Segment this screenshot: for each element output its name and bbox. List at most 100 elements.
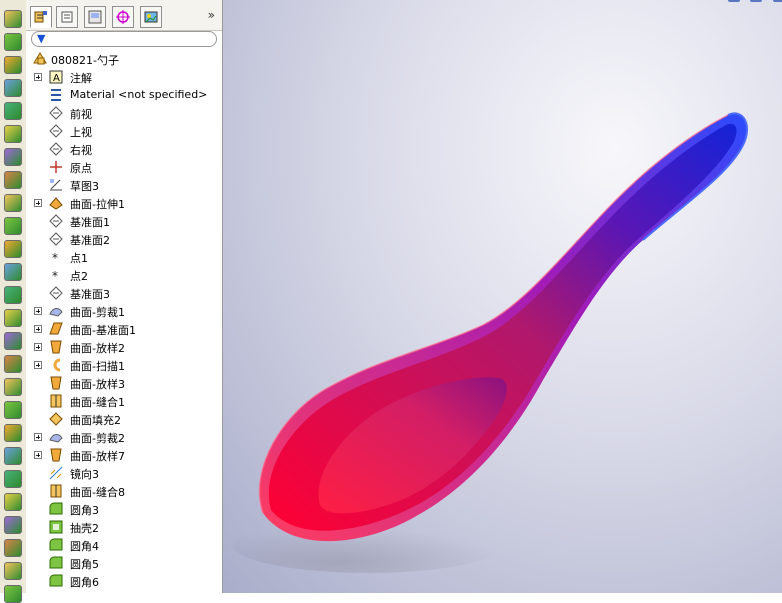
planar-surface-icon[interactable]: [4, 148, 22, 166]
tree-item-label: 点1: [70, 252, 88, 265]
trim-surface-icon[interactable]: [4, 286, 22, 304]
spoon-model[interactable]: [223, 0, 782, 593]
property-manager-tab[interactable]: [56, 6, 78, 28]
graphics-viewport[interactable]: [223, 0, 782, 593]
lofted-surface-icon[interactable]: [4, 79, 22, 97]
tree-item[interactable]: 基准面1: [26, 212, 222, 230]
tree-item-label: 右视: [70, 144, 92, 157]
svg-text:*: *: [52, 251, 58, 265]
expand-toggle[interactable]: [34, 451, 42, 459]
tree-item[interactable]: 曲面-剪裁2: [26, 428, 222, 446]
helix-icon[interactable]: [4, 516, 22, 534]
configuration-manager-tab[interactable]: [84, 6, 106, 28]
fillet-icon: [48, 537, 64, 553]
tree-item-label: 曲面-缝合8: [70, 486, 125, 499]
tree-item-label: 圆角4: [70, 540, 99, 553]
tree-item[interactable]: 草图3: [26, 176, 222, 194]
swept-surface-icon[interactable]: [4, 56, 22, 74]
tree-item-label: 镜向3: [70, 468, 99, 481]
tree-item[interactable]: 曲面填充2: [26, 410, 222, 428]
tree-item-label: 曲面-放样2: [70, 342, 125, 355]
point-icon: *: [48, 249, 64, 265]
thicken-cut-icon[interactable]: [4, 424, 22, 442]
feature-manager-tab[interactable]: [30, 6, 52, 28]
extruded-surface-icon[interactable]: [4, 10, 22, 28]
tree-item-label: 曲面-剪裁2: [70, 432, 125, 445]
tree-item-label: 曲面-剪裁1: [70, 306, 125, 319]
extend-surface-icon[interactable]: [4, 332, 22, 350]
knit-surface-icon[interactable]: [4, 217, 22, 235]
tree-item[interactable]: 曲面-缝合1: [26, 392, 222, 410]
offset-surface-icon[interactable]: [4, 171, 22, 189]
tree-item[interactable]: 右视: [26, 140, 222, 158]
tree-item[interactable]: 基准面2: [26, 230, 222, 248]
move-face-icon[interactable]: [4, 447, 22, 465]
feature-filter-input[interactable]: ▼: [31, 31, 217, 47]
fillet-icon: [48, 501, 64, 517]
fillet-icon[interactable]: [4, 263, 22, 281]
expand-toggle[interactable]: [34, 361, 42, 369]
tree-item[interactable]: A 注解: [26, 68, 222, 86]
tree-item[interactable]: 抽壳2: [26, 518, 222, 536]
tree-item-label: 抽壳2: [70, 522, 99, 535]
radiate-surface-icon[interactable]: [4, 194, 22, 212]
expand-toggle[interactable]: [34, 73, 42, 81]
expand-toggle[interactable]: [34, 199, 42, 207]
tree-item[interactable]: 曲面-基准面1: [26, 320, 222, 338]
tree-item-label: 曲面-拉伸1: [70, 198, 125, 211]
plane-icon: [48, 285, 64, 301]
cut-with-surface-icon[interactable]: [4, 401, 22, 419]
expand-toggle[interactable]: [34, 343, 42, 351]
tree-item[interactable]: 圆角6: [26, 572, 222, 590]
tree-item[interactable]: 曲面-剪裁1: [26, 302, 222, 320]
material-icon: [48, 87, 64, 103]
dimxpert-manager-tab[interactable]: [112, 6, 134, 28]
tree-item[interactable]: 曲面-缝合8: [26, 482, 222, 500]
tree-item-label: 草图3: [70, 180, 99, 193]
tree-item[interactable]: 曲面-放样3: [26, 374, 222, 392]
tree-item[interactable]: * 点2: [26, 266, 222, 284]
tree-root-item[interactable]: 080821-勺子: [26, 50, 222, 68]
tree-item[interactable]: 曲面-拉伸1: [26, 194, 222, 212]
boundary-surface-icon[interactable]: [4, 102, 22, 120]
filter-icon: ▼: [37, 32, 46, 45]
surface-extrude-icon: [48, 195, 64, 211]
composite-curve-icon[interactable]: [4, 562, 22, 580]
untrim-surface-icon[interactable]: [4, 309, 22, 327]
tree-item-label: Material <not specified>: [70, 88, 208, 101]
display-manager-tab[interactable]: [140, 6, 162, 28]
plane-icon[interactable]: [4, 585, 22, 603]
tree-item[interactable]: Material <not specified>: [26, 86, 222, 104]
tree-item[interactable]: 圆角5: [26, 554, 222, 572]
tree-item-label: 圆角5: [70, 558, 99, 571]
origin-icon: [48, 159, 64, 175]
expand-toggle[interactable]: [34, 307, 42, 315]
projected-curve-icon[interactable]: [4, 539, 22, 557]
panel-expand-button[interactable]: »: [208, 8, 215, 22]
tree-item[interactable]: 曲面-扫描1: [26, 356, 222, 374]
expand-toggle[interactable]: [34, 325, 42, 333]
delete-face-icon[interactable]: [4, 355, 22, 373]
tree-item[interactable]: 曲面-放样2: [26, 338, 222, 356]
tree-item[interactable]: * 点1: [26, 248, 222, 266]
plane-icon: [48, 141, 64, 157]
surface-trim-icon: [48, 429, 64, 445]
tree-item[interactable]: 曲面-放样7: [26, 446, 222, 464]
curve-through-points-icon[interactable]: [4, 493, 22, 511]
tree-item[interactable]: 圆角4: [26, 536, 222, 554]
tree-item-label: 原点: [70, 162, 92, 175]
thicken-icon[interactable]: [4, 240, 22, 258]
filled-surface-icon[interactable]: [4, 125, 22, 143]
tree-item[interactable]: 镜向3: [26, 464, 222, 482]
replace-face-icon[interactable]: [4, 378, 22, 396]
surface-knit-icon: [48, 393, 64, 409]
tree-item[interactable]: 基准面3: [26, 284, 222, 302]
tree-item[interactable]: 前视: [26, 104, 222, 122]
panel-tab-bar: »: [26, 0, 222, 31]
revolved-surface-icon[interactable]: [4, 33, 22, 51]
tree-item[interactable]: 圆角3: [26, 500, 222, 518]
split-line-icon[interactable]: [4, 470, 22, 488]
expand-toggle[interactable]: [34, 433, 42, 441]
tree-item[interactable]: 原点: [26, 158, 222, 176]
tree-item[interactable]: 上视: [26, 122, 222, 140]
